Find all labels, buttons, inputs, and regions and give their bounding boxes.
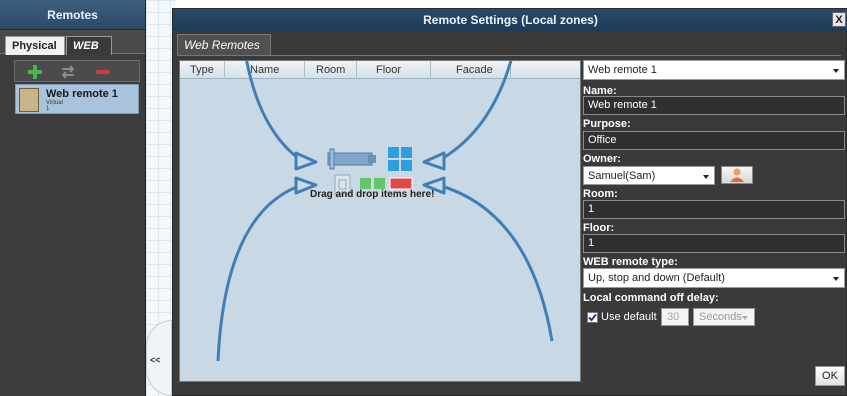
remote-select[interactable]: Web remote 1 xyxy=(583,60,845,80)
chevron-down-icon xyxy=(833,69,839,73)
remote-thumbnail-icon xyxy=(19,88,39,112)
sidebar-item-name: Web remote 1 xyxy=(46,88,118,100)
drop-hint-text: Drag and drop items here! xyxy=(310,189,435,200)
user-icon xyxy=(730,168,744,182)
sidebar-tabs: Physical WEB xyxy=(0,30,145,55)
delay-value-input[interactable]: 30 xyxy=(661,308,689,326)
remote-select-value: Web remote 1 xyxy=(588,64,657,76)
remote-settings-dialog: Remote Settings (Local zones) X Web Remo… xyxy=(172,8,847,396)
select-owner-button[interactable] xyxy=(721,166,753,184)
room-field[interactable]: 1 xyxy=(583,200,845,219)
sidebar-item-number: 1 xyxy=(46,106,50,112)
floor-label: Floor: xyxy=(583,222,615,234)
delay-unit-value: Seconds xyxy=(699,311,742,323)
checkmark-icon xyxy=(588,313,597,322)
settings-form: Web remote 1 Name: Web remote 1 Purpose:… xyxy=(583,60,847,394)
room-label: Room: xyxy=(583,188,618,200)
close-button[interactable]: X xyxy=(832,12,846,27)
green-status-icon xyxy=(360,178,371,189)
web-remote-type-select[interactable]: Up, stop and down (Default) xyxy=(583,268,845,288)
chevron-down-icon xyxy=(833,277,839,281)
chevron-down-icon xyxy=(703,175,709,179)
red-status-icon xyxy=(389,177,413,190)
drop-area[interactable]: Type Name Room Floor Facade Drag and dro… xyxy=(179,60,581,382)
delay-label: Local command off delay: xyxy=(583,292,719,304)
web-remote-type-value: Up, stop and down (Default) xyxy=(588,272,725,284)
drag-hint-arrows xyxy=(216,61,554,362)
arrow-bottom-right xyxy=(437,183,554,342)
chevron-down-icon xyxy=(742,316,748,320)
owner-label: Owner: xyxy=(583,153,621,165)
keypad-icon xyxy=(388,147,412,171)
arrowhead-top-left-icon xyxy=(294,151,318,171)
minus-icon[interactable] xyxy=(95,64,111,80)
plus-icon[interactable] xyxy=(27,64,43,80)
web-remote-type-label: WEB remote type: xyxy=(583,256,678,268)
green-status-icon xyxy=(374,178,385,189)
name-field[interactable]: Web remote 1 xyxy=(583,96,845,115)
arrow-top-left xyxy=(245,61,303,163)
arrow-top-right xyxy=(437,61,513,163)
remote-device-icon xyxy=(327,148,376,170)
purpose-field[interactable]: Office xyxy=(583,131,845,150)
arrowhead-top-right-icon xyxy=(422,151,446,171)
arrow-bottom-left xyxy=(216,183,303,362)
sidebar-toolbar xyxy=(14,60,140,82)
dialog-title: Remote Settings (Local zones) xyxy=(173,9,847,31)
tab-divider xyxy=(177,55,841,56)
sidebar-title: Remotes xyxy=(0,0,145,30)
owner-select[interactable]: Samuel(Sam) xyxy=(583,166,715,185)
tab-web-remotes[interactable]: Web Remotes xyxy=(177,34,271,56)
owner-select-value: Samuel(Sam) xyxy=(588,170,656,182)
use-default-checkbox[interactable] xyxy=(587,312,598,323)
ok-button[interactable]: OK xyxy=(815,366,845,386)
purpose-label: Purpose: xyxy=(583,118,631,130)
swap-icon[interactable] xyxy=(60,64,76,80)
collapse-label: << xyxy=(150,355,161,365)
floor-field[interactable]: 1 xyxy=(583,234,845,253)
tab-physical[interactable]: Physical xyxy=(5,36,65,55)
tab-web[interactable]: WEB xyxy=(66,36,112,55)
sidebar-item-web-remote-1[interactable]: Web remote 1 Virtual 1 xyxy=(15,84,139,114)
use-default-label: Use default xyxy=(601,311,657,323)
delay-unit-select[interactable]: Seconds xyxy=(693,308,755,326)
remotes-sidebar: Remotes Physical WEB Web remote 1 Virtua… xyxy=(0,0,146,396)
